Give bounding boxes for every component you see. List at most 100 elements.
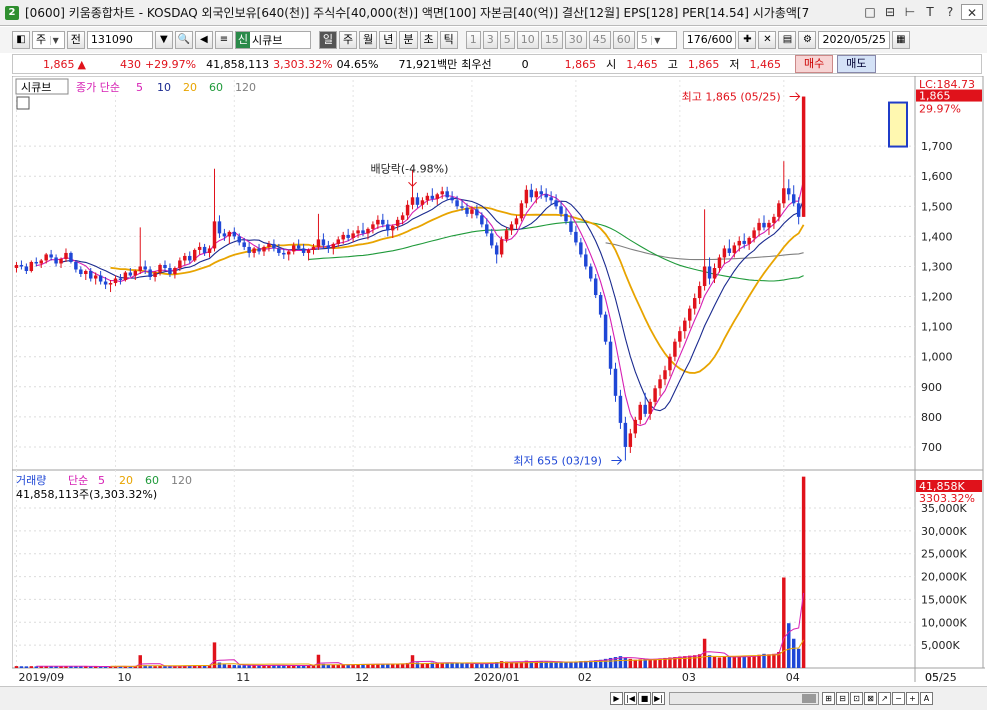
pin-icon[interactable]: ⊢ (901, 4, 919, 20)
period-month-button[interactable]: 월 (359, 31, 378, 49)
zoom-fit-icon[interactable]: ⊞ (822, 692, 835, 705)
volume-bar[interactable] (24, 666, 29, 668)
ma-legend-period[interactable]: 60 (209, 81, 223, 94)
scroll-last-icon[interactable]: ▶| (652, 692, 665, 705)
volume-bar[interactable] (757, 654, 761, 668)
volume-bar[interactable] (787, 623, 791, 668)
volume-bar[interactable] (712, 657, 717, 668)
close-icon[interactable]: ✕ (961, 4, 983, 20)
period-day-button[interactable]: 일 (318, 31, 338, 49)
volume-bar[interactable] (722, 657, 727, 668)
volume-bar[interactable] (772, 653, 776, 668)
volume-bar[interactable] (14, 666, 19, 668)
interval-3-button[interactable]: 3 (482, 31, 498, 49)
draw-icon[interactable]: A (920, 692, 933, 705)
volume-bar[interactable] (475, 663, 479, 668)
volume-bar[interactable] (29, 666, 34, 668)
volume-bar[interactable] (692, 655, 697, 668)
volume-bar[interactable] (559, 662, 563, 668)
volume-bar[interactable] (19, 666, 24, 668)
volume-bar[interactable] (386, 664, 390, 668)
volume-bar[interactable] (470, 663, 474, 668)
volume-bar[interactable] (232, 665, 237, 668)
candle[interactable] (801, 96, 806, 217)
calendar-icon[interactable]: ▦ (891, 31, 910, 49)
volume-bar[interactable] (282, 665, 286, 668)
interval-1-button[interactable]: 1 (465, 31, 481, 49)
stock-code-input[interactable]: 131090 (86, 31, 153, 49)
gear-icon[interactable]: ⚙ (798, 31, 817, 49)
volume-bar[interactable] (752, 655, 756, 668)
volume-bar[interactable] (217, 662, 222, 668)
volume-bar[interactable] (331, 664, 336, 668)
font-icon[interactable]: T (921, 4, 939, 20)
volume-bar[interactable] (697, 654, 702, 668)
volume-bar[interactable] (767, 654, 771, 668)
buy-button[interactable]: 매수 (795, 55, 834, 73)
volume-bar[interactable] (257, 665, 261, 668)
period-minute-button[interactable]: 분 (399, 31, 418, 49)
ma-legend-period[interactable]: 10 (157, 81, 171, 94)
volume-bar[interactable] (287, 665, 291, 668)
ma-legend-label[interactable]: 종가 단순 (76, 81, 120, 94)
volume-bar[interactable] (801, 476, 806, 668)
candle[interactable] (499, 236, 504, 258)
volume-bar[interactable] (455, 663, 459, 668)
volume-bar[interactable] (782, 577, 786, 668)
volume-bar[interactable] (737, 656, 741, 668)
volume-bar[interactable] (247, 665, 251, 668)
interval-60-button[interactable]: 60 (612, 31, 635, 49)
volume-bar[interactable] (465, 663, 469, 668)
zoom-area-icon[interactable]: ⊟ (836, 692, 849, 705)
interval-select[interactable]: 5 ▼ (636, 31, 677, 49)
volume-bar[interactable] (366, 664, 370, 668)
layout-icon[interactable]: ⊟ (881, 4, 899, 20)
volume-bar[interactable] (732, 657, 737, 668)
volume-bar[interactable] (227, 664, 232, 668)
volume-bar[interactable] (554, 662, 558, 668)
volume-ma-period[interactable]: 60 (145, 474, 159, 487)
volume-bar[interactable] (242, 665, 246, 668)
scroll-left-icon[interactable]: ▶ (610, 692, 623, 705)
volume-bar[interactable] (237, 665, 241, 668)
zoom-out-icon[interactable]: ⊡ (850, 692, 863, 705)
date-field[interactable]: 2020/05/25 (818, 31, 890, 49)
restore-icon[interactable]: □ (861, 4, 879, 20)
volume-ma-label[interactable]: 단순 (68, 474, 88, 487)
volume-bar[interactable] (564, 662, 568, 668)
volume-bar[interactable] (747, 656, 751, 668)
help-icon[interactable]: ? (941, 4, 959, 20)
chart-menu-icon[interactable]: ◧ (12, 31, 30, 49)
candle[interactable] (519, 200, 524, 222)
volume-bar[interactable] (158, 665, 162, 668)
period-week-button[interactable]: 주 (339, 31, 358, 49)
volume-bar[interactable] (727, 656, 732, 668)
list-icon[interactable]: ≡ (214, 31, 233, 49)
volume-bar[interactable] (316, 654, 321, 668)
interval-30-button[interactable]: 30 (564, 31, 587, 49)
candle[interactable] (69, 251, 73, 264)
volume-ma-period[interactable]: 120 (171, 474, 192, 487)
volume-bar[interactable] (460, 663, 464, 668)
period-tick-button[interactable]: 틱 (439, 31, 458, 49)
save-icon[interactable]: ▤ (778, 31, 797, 49)
volume-bar[interactable] (252, 665, 256, 668)
prev-button[interactable]: 전 (66, 31, 85, 49)
crosshair-icon[interactable]: ✕ (758, 31, 777, 49)
plus-icon[interactable]: + (906, 692, 919, 705)
tool-icon[interactable]: ↗ (878, 692, 891, 705)
ma-legend-period[interactable]: 20 (183, 81, 197, 94)
candle[interactable] (29, 260, 34, 273)
volume-title[interactable]: 거래량 (16, 474, 46, 487)
volume-bar[interactable] (277, 665, 281, 668)
period-second-button[interactable]: 초 (419, 31, 438, 49)
volume-ma-period[interactable]: 5 (98, 474, 105, 487)
volume-bar[interactable] (688, 655, 692, 668)
volume-bar[interactable] (633, 659, 638, 668)
split-icon[interactable]: ⊠ (864, 692, 877, 705)
interval-5-button[interactable]: 5 (499, 31, 515, 49)
code-dropdown-icon[interactable]: ▼ (154, 31, 173, 49)
sell-button[interactable]: 매도 (837, 55, 876, 73)
scroll-thumb[interactable] (802, 694, 816, 703)
volume-ma-period[interactable]: 20 (119, 474, 133, 487)
